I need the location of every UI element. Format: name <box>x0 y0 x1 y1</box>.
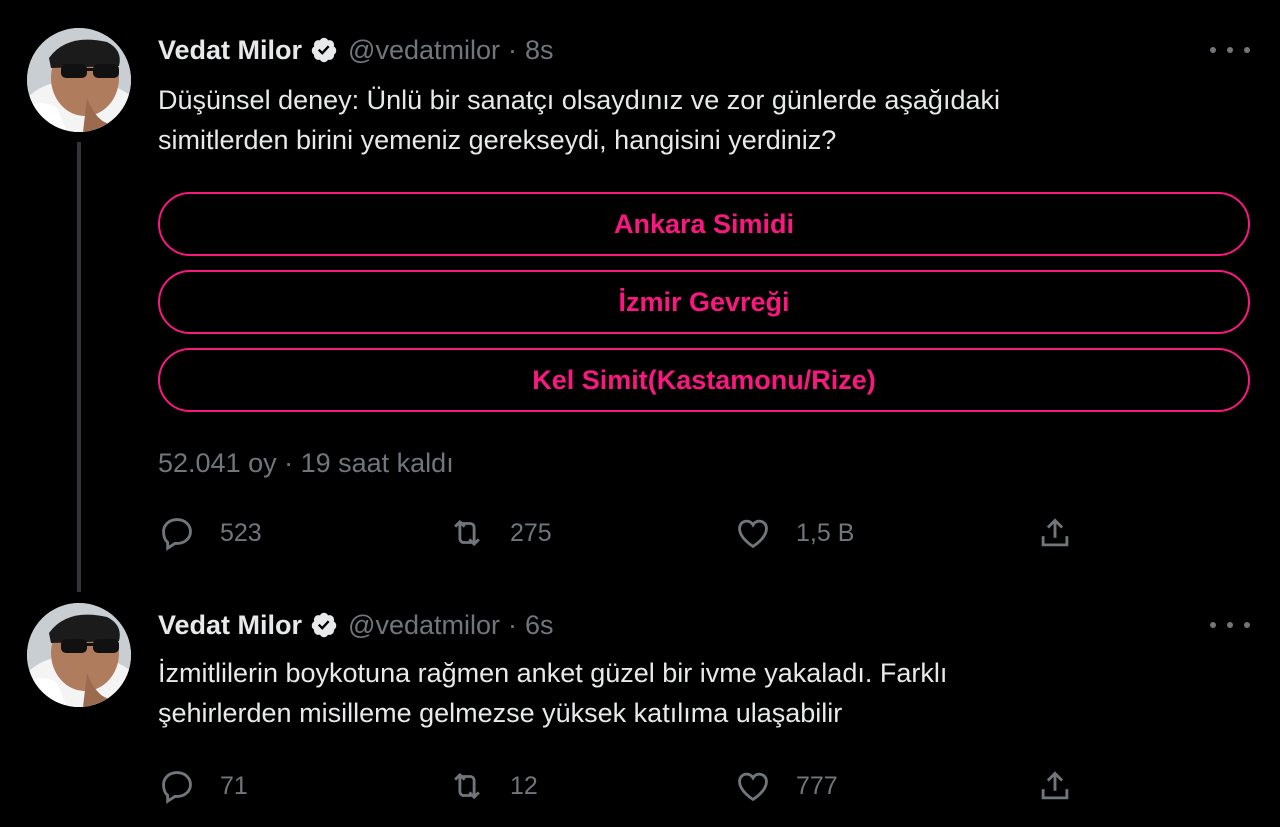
share-button[interactable] <box>1036 767 1074 805</box>
retweet-count: 275 <box>510 518 552 547</box>
tweet-text-line: şehirlerden misilleme gelmezse yüksek ka… <box>158 698 843 728</box>
author-name[interactable]: Vedat Milor <box>158 610 302 641</box>
poll-meta: 52.041 oy · 19 saat kaldı <box>158 448 454 478</box>
tweet-1[interactable]: Vedat Milor @vedatmilor · 8s Düşünsel de… <box>0 0 1280 590</box>
tweet-timestamp[interactable]: 6s <box>525 610 554 641</box>
more-icon[interactable] <box>1210 615 1250 635</box>
retweet-button[interactable]: 12 <box>448 767 538 805</box>
tweet-actions: 523 275 1,5 B <box>158 514 1258 554</box>
like-icon <box>738 772 768 802</box>
tweet-header: Vedat Milor @vedatmilor · 8s <box>158 33 554 67</box>
verified-icon <box>310 611 338 639</box>
reply-icon <box>162 771 192 804</box>
avatar[interactable] <box>27 28 131 132</box>
like-count: 777 <box>796 771 838 800</box>
tweet-text-line: İzmitlilerin boykotuna rağmen anket güze… <box>158 658 948 688</box>
poll-option-izmir[interactable]: İzmir Gevreği <box>158 270 1250 334</box>
poll-option-ankara[interactable]: Ankara Simidi <box>158 192 1250 256</box>
retweet-count: 12 <box>510 771 538 800</box>
reply-count: 71 <box>220 771 248 800</box>
separator-dot: · <box>508 34 517 65</box>
retweet-icon <box>454 772 480 800</box>
more-icon[interactable] <box>1210 40 1250 60</box>
tweet-header: Vedat Milor @vedatmilor · 6s <box>158 608 554 642</box>
author-name[interactable]: Vedat Milor <box>158 35 302 66</box>
tweet-text-line: Düşünsel deney: Ünlü bir sanatçı olsaydı… <box>158 85 1000 115</box>
like-icon <box>738 519 768 549</box>
tweet-timestamp[interactable]: 8s <box>525 35 554 66</box>
share-icon <box>1041 518 1069 547</box>
author-handle[interactable]: @vedatmilor <box>348 610 500 641</box>
tweet-2[interactable]: Vedat Milor @vedatmilor · 6s İzmitlileri… <box>0 595 1280 827</box>
reply-icon <box>162 518 192 551</box>
like-count: 1,5 B <box>796 518 855 547</box>
poll-option-kel-simit[interactable]: Kel Simit(Kastamonu/Rize) <box>158 348 1250 412</box>
avatar[interactable] <box>27 603 131 707</box>
tweet-text-line: simitlerden birini yemeniz gerekseydi, h… <box>158 125 837 155</box>
reply-button[interactable]: 523 <box>158 514 262 552</box>
author-handle[interactable]: @vedatmilor <box>348 35 500 66</box>
tweet-text: İzmitlilerin boykotuna rağmen anket güze… <box>158 653 1248 733</box>
share-button[interactable] <box>1036 514 1074 552</box>
retweet-button[interactable]: 275 <box>448 514 552 552</box>
separator-dot: · <box>508 609 517 640</box>
like-button[interactable]: 1,5 B <box>734 514 854 552</box>
share-icon <box>1041 771 1069 800</box>
reply-button[interactable]: 71 <box>158 767 248 805</box>
tweet-actions: 71 12 777 <box>158 767 1258 807</box>
reply-count: 523 <box>220 518 262 547</box>
retweet-icon <box>454 519 480 547</box>
tweet-text: Düşünsel deney: Ünlü bir sanatçı olsaydı… <box>158 80 1248 160</box>
verified-icon <box>310 36 338 64</box>
like-button[interactable]: 777 <box>734 767 838 805</box>
